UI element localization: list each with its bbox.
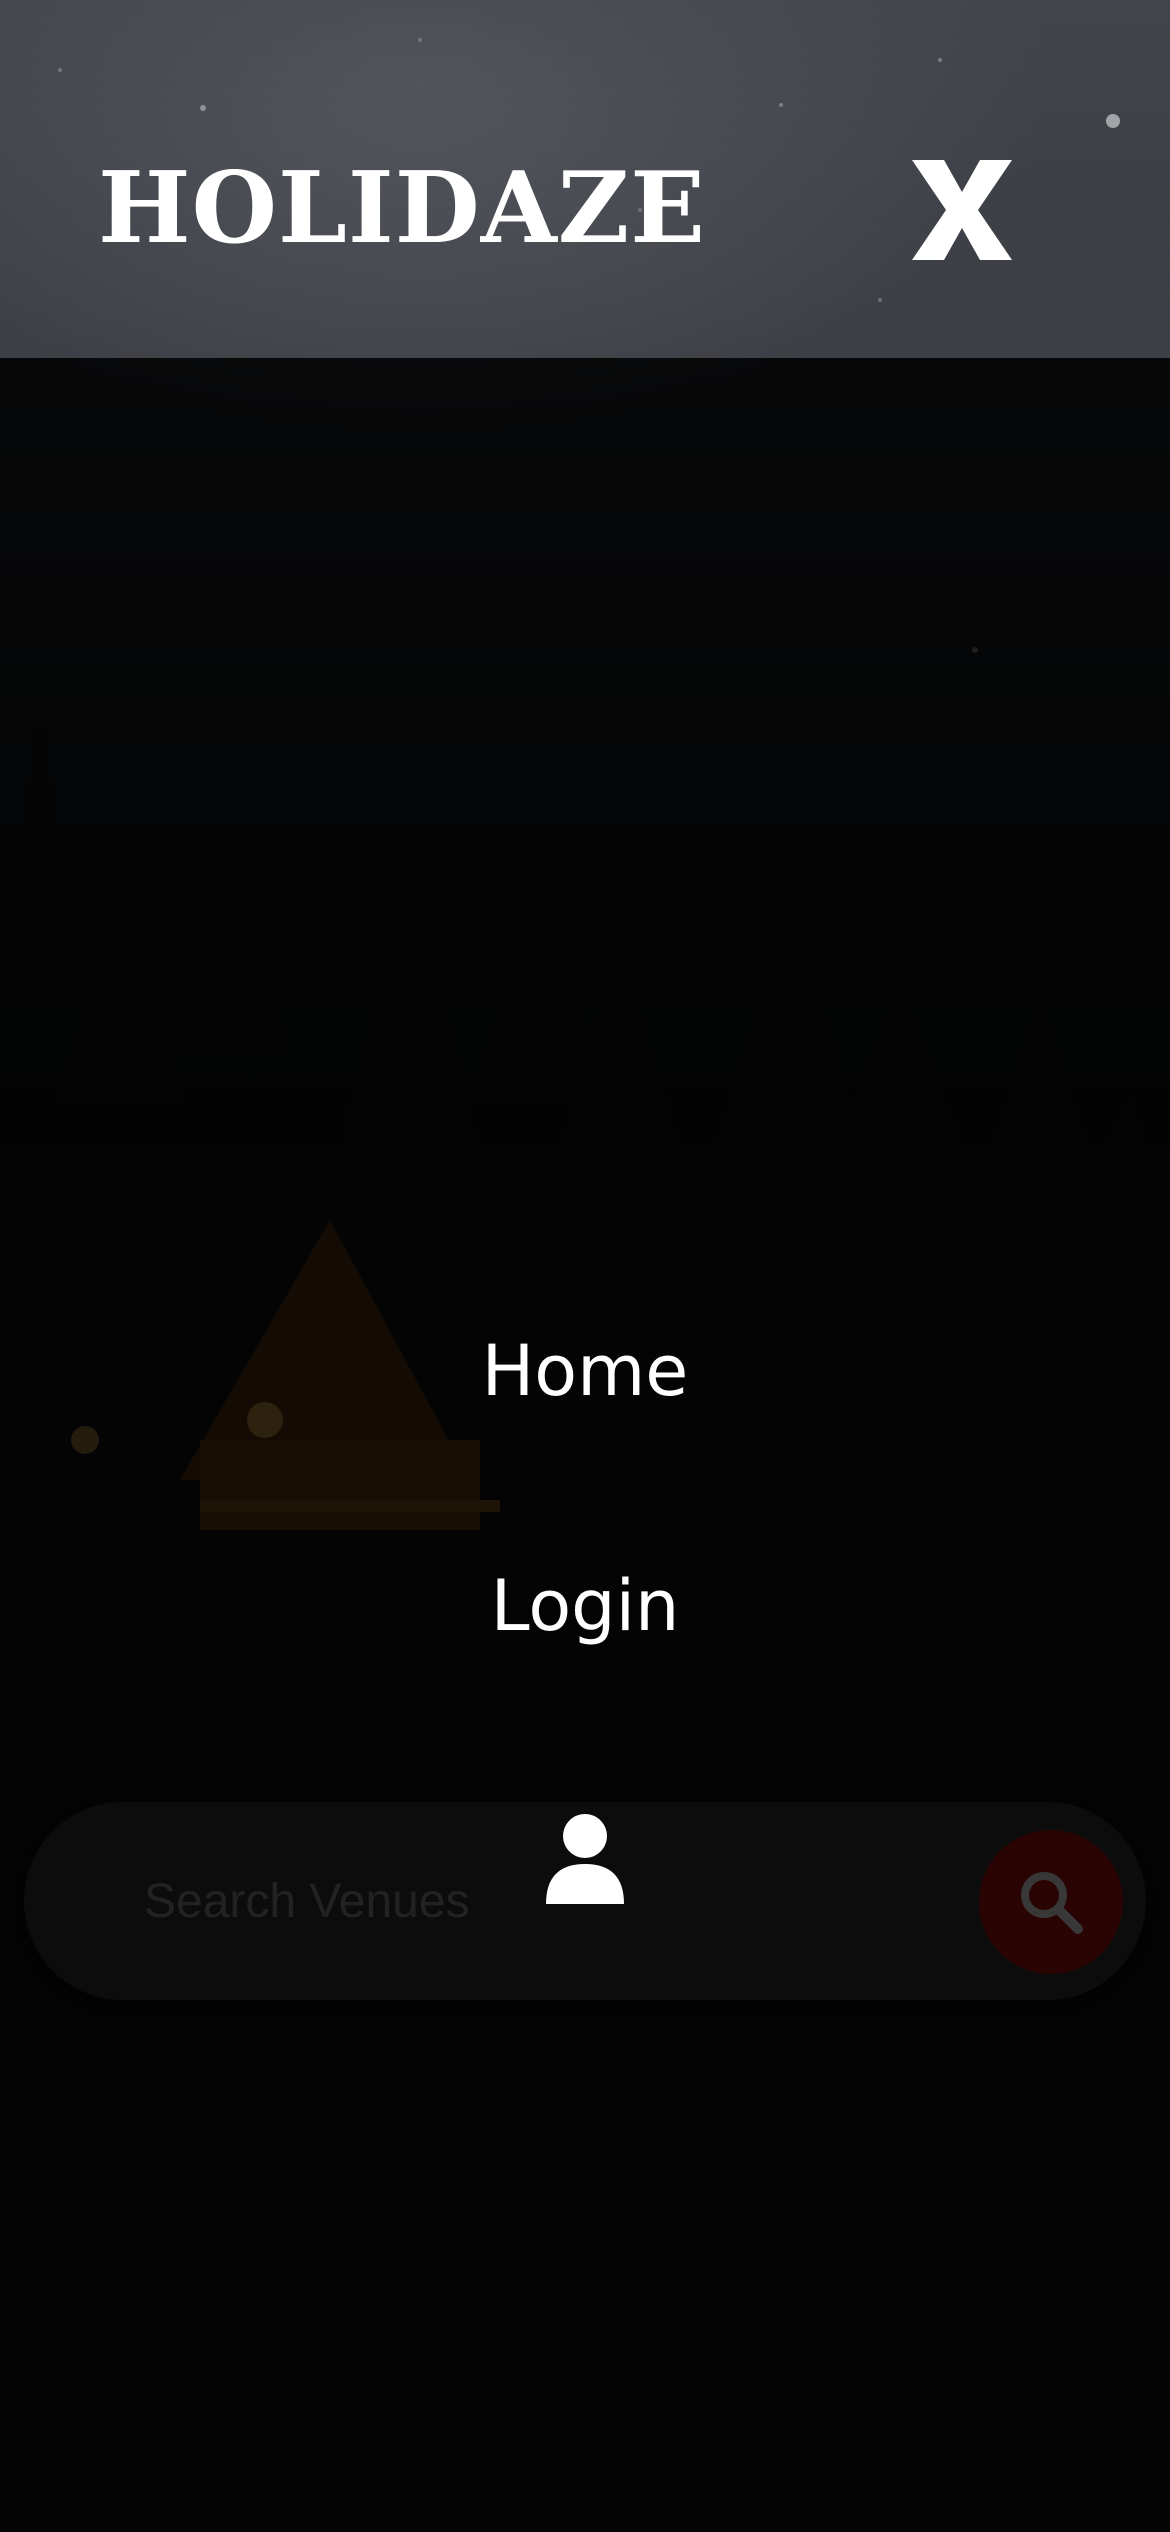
menu-item-login[interactable]: Login bbox=[0, 1565, 1170, 1647]
header: HOLIDAZE bbox=[0, 0, 1170, 358]
menu-overlay bbox=[0, 358, 1170, 2532]
brand-logo[interactable]: HOLIDAZE bbox=[98, 160, 706, 258]
menu-item-home[interactable]: Home bbox=[0, 1330, 1170, 1412]
close-menu-button[interactable] bbox=[902, 150, 1022, 270]
profile-button[interactable] bbox=[544, 1812, 626, 1904]
menu-screen: HOLIDAZE Home Login bbox=[0, 0, 1170, 2532]
user-icon bbox=[546, 1814, 624, 1904]
close-icon bbox=[912, 160, 1012, 260]
